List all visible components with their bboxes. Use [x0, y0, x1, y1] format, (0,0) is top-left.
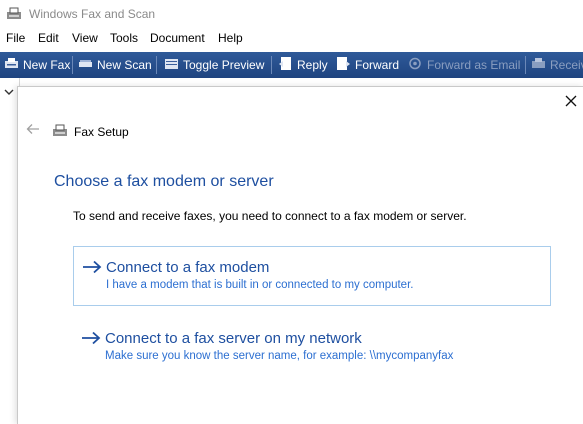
- toolbar-separator: [72, 56, 73, 74]
- forward-icon: [336, 56, 355, 74]
- toolbar: New Fax New Scan Toggle Preview Reply Fo…: [0, 52, 583, 78]
- toggle-preview-icon: [164, 56, 183, 74]
- option-description: Make sure you know the server name, for …: [105, 350, 454, 362]
- new-scan-icon: [78, 56, 97, 74]
- menu-file[interactable]: File: [6, 31, 25, 45]
- forward-as-email-button[interactable]: Forward as Email: [408, 52, 520, 78]
- close-icon: [565, 94, 577, 112]
- chevron-down-icon[interactable]: [4, 83, 14, 101]
- forward-as-email-label: Forward as Email: [427, 58, 521, 72]
- receive-button[interactable]: Receiv: [531, 52, 583, 78]
- menu-document[interactable]: Document: [150, 31, 205, 45]
- menu-bar: File Edit View Tools Document Help: [0, 28, 583, 48]
- new-scan-label: New Scan: [97, 58, 152, 72]
- instruction-text: To send and receive faxes, you need to c…: [73, 209, 467, 223]
- option-title: Connect to a fax modem: [106, 259, 270, 276]
- new-fax-button[interactable]: New Fax: [4, 52, 70, 78]
- new-fax-label: New Fax: [23, 58, 71, 72]
- option-description: I have a modem that is built in or conne…: [106, 279, 414, 291]
- menu-help[interactable]: Help: [218, 31, 243, 45]
- connect-fax-server-option[interactable]: Connect to a fax server on my network Ma…: [73, 318, 551, 378]
- window-title: Windows Fax and Scan: [29, 7, 156, 21]
- arrow-right-icon: [82, 260, 102, 279]
- toggle-preview-button[interactable]: Toggle Preview: [164, 52, 264, 78]
- new-fax-icon: [4, 56, 23, 74]
- app-title-bar: Windows Fax and Scan: [0, 0, 583, 28]
- back-arrow-icon: [26, 122, 40, 140]
- toolbar-separator: [271, 56, 272, 74]
- reply-button[interactable]: Reply: [278, 52, 328, 78]
- reply-label: Reply: [297, 58, 328, 72]
- menu-edit[interactable]: Edit: [38, 31, 59, 45]
- reply-icon: [278, 56, 297, 74]
- page-heading: Choose a fax modem or server: [54, 173, 274, 190]
- option-title: Connect to a fax server on my network: [105, 330, 362, 347]
- forward-label: Forward: [355, 58, 400, 72]
- receive-icon: [531, 56, 550, 74]
- toolbar-separator: [156, 56, 157, 74]
- forward-button[interactable]: Forward: [336, 52, 399, 78]
- dialog-title: Fax Setup: [74, 125, 129, 139]
- back-button[interactable]: [24, 123, 42, 139]
- toolbar-separator: [525, 56, 526, 74]
- toggle-preview-label: Toggle Preview: [183, 58, 265, 72]
- fax-app-icon: [6, 6, 22, 27]
- arrow-right-icon: [81, 331, 101, 350]
- close-button[interactable]: [561, 93, 581, 113]
- forward-email-icon: [408, 56, 427, 74]
- fax-setup-icon: [52, 123, 68, 144]
- new-scan-button[interactable]: New Scan: [78, 52, 152, 78]
- menu-tools[interactable]: Tools: [110, 31, 138, 45]
- menu-view[interactable]: View: [72, 31, 98, 45]
- receive-label: Receiv: [550, 58, 583, 72]
- connect-fax-modem-option[interactable]: Connect to a fax modem I have a modem th…: [73, 246, 551, 306]
- fax-setup-dialog: Fax Setup Choose a fax modem or server T…: [17, 86, 583, 424]
